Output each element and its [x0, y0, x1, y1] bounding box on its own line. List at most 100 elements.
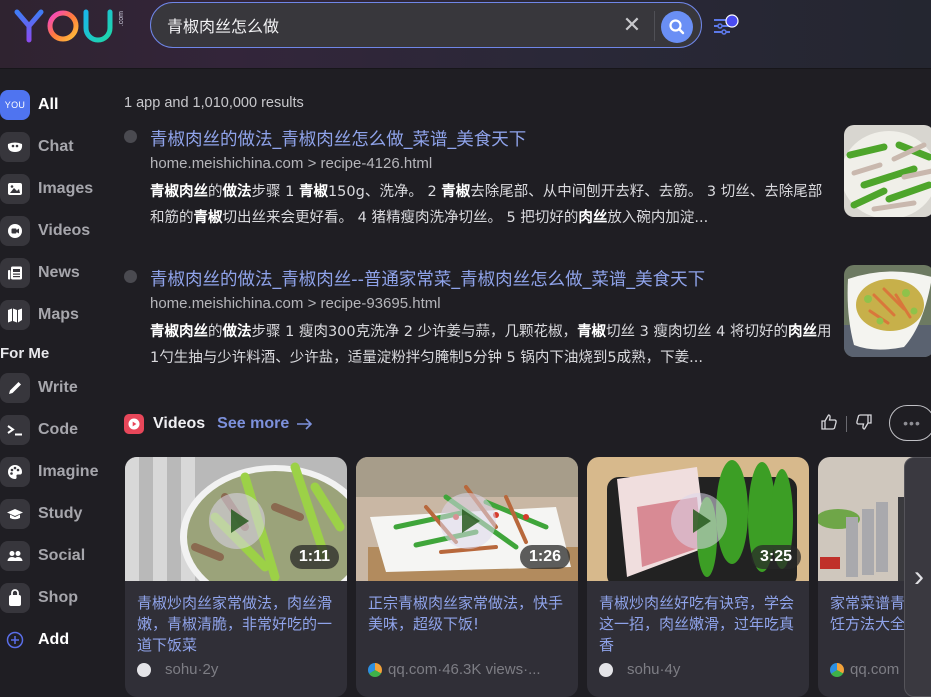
thumbs-up-icon: [821, 413, 837, 430]
sidebar-app-shop[interactable]: Shop: [0, 583, 112, 613]
sidebar-item-chat[interactable]: Chat: [0, 132, 112, 162]
video-icon: [0, 216, 30, 246]
play-icon: [209, 493, 265, 549]
carousel-next-button[interactable]: ›: [904, 457, 931, 697]
video-card[interactable]: 1:11 青椒炒肉丝家常做法，肉丝滑嫩，青椒清脆，非常好吃的一道下饭菜 sohu…: [125, 457, 347, 697]
search-input[interactable]: [167, 13, 607, 37]
sidebar-item-label: Imagine: [38, 463, 99, 480]
see-more-link[interactable]: See more: [217, 415, 315, 433]
video-duration: 3:25: [750, 545, 801, 569]
palette-icon: [0, 457, 30, 487]
video-title[interactable]: 青椒炒肉丝好吃有诀窍，学会这一招，肉丝嫩滑，过年吃真香: [599, 593, 799, 656]
more-options-button[interactable]: •••: [889, 405, 931, 441]
sidebar-app-study[interactable]: Study: [0, 499, 112, 529]
videos-section-header: Videos See more: [124, 412, 315, 436]
sidebar-app-write[interactable]: Write: [0, 373, 112, 403]
logo-suffix: .com: [118, 11, 125, 27]
thumbs-up-button[interactable]: [820, 413, 838, 436]
qq-source-icon: [368, 662, 382, 677]
sidebar-item-label: Images: [38, 180, 94, 197]
video-card[interactable]: 1:26 正宗青椒肉丝家常做法，快手美味，超级下饭! qq.com ·46.3K…: [356, 457, 578, 697]
result-title-link[interactable]: 青椒肉丝的做法_青椒肉丝怎么做_菜谱_美食天下: [150, 126, 526, 151]
video-source: sohu: [165, 661, 198, 678]
sidebar-item-label: Study: [38, 505, 83, 522]
video-meta: sohu ·4y: [599, 661, 680, 678]
chat-icon: [0, 132, 30, 162]
video-meta: sohu ·2y: [137, 661, 218, 678]
play-icon: [671, 493, 727, 549]
result-thumbnail[interactable]: [844, 265, 931, 357]
video-thumbnail: 3:25: [587, 457, 809, 581]
video-source: sohu: [627, 661, 660, 678]
sidebar-item-images[interactable]: Images: [0, 174, 112, 204]
food-image: [844, 125, 931, 217]
see-more-label: See more: [217, 415, 290, 432]
globe-icon: [124, 270, 137, 283]
video-meta-text: ·46.3K views·...: [437, 661, 541, 678]
sohu-source-icon: [599, 662, 613, 677]
video-source: qq.com: [388, 661, 438, 678]
result-url[interactable]: home.meishichina.com > recipe-93695.html: [150, 295, 441, 312]
header: .com ✕: [0, 0, 931, 69]
play-icon: [440, 493, 496, 549]
qq-source-icon: [830, 662, 844, 677]
sidebar-app-code[interactable]: Code: [0, 415, 112, 445]
sidebar-item-label: Videos: [38, 222, 91, 239]
food-image: [844, 265, 931, 357]
clear-search-button[interactable]: ✕: [621, 14, 643, 36]
search-submit-button[interactable]: [661, 11, 693, 43]
video-duration: 1:11: [289, 545, 339, 569]
video-duration: 1:26: [519, 545, 570, 569]
video-card[interactable]: 3:25 青椒炒肉丝好吃有诀窍，学会这一招，肉丝嫩滑，过年吃真香 sohu ·4…: [587, 457, 809, 697]
search-settings-button[interactable]: [712, 14, 742, 38]
sidebar-item-label: Write: [38, 379, 78, 396]
thumbs-down-icon: [856, 413, 872, 430]
result-title-link[interactable]: 青椒肉丝的做法_青椒肉丝--普通家常菜_青椒肉丝怎么做_菜谱_美食天下: [150, 266, 705, 291]
shopping-bag-icon: [0, 583, 30, 613]
for-me-section-label: For Me: [0, 345, 50, 362]
sidebar-item-label: Shop: [38, 589, 78, 606]
chevron-right-icon: ›: [914, 560, 924, 593]
add-app-button[interactable]: Add: [0, 625, 112, 655]
graduation-cap-icon: [0, 499, 30, 529]
video-meta-text: ·2y: [197, 661, 219, 678]
result-snippet: 青椒肉丝的做法步骤 1 青椒150g、洗净。 2 青椒去除尾部、从中间刨开去籽、…: [150, 184, 823, 226]
sidebar-item-label: News: [38, 264, 80, 281]
sidebar-item-label: Code: [38, 421, 78, 438]
sohu-source-icon: [137, 662, 151, 677]
sidebar-item-maps[interactable]: Maps: [0, 300, 112, 330]
sidebar-item-label: Maps: [38, 306, 79, 323]
video-title[interactable]: 青椒炒肉丝家常做法，肉丝滑嫩，青椒清脆，非常好吃的一道下饭菜: [137, 593, 337, 656]
result-url[interactable]: home.meishichina.com > recipe-4126.html: [150, 155, 432, 172]
news-icon: [0, 258, 30, 288]
sidebar-app-social[interactable]: Social: [0, 541, 112, 571]
sidebar-app-imagine[interactable]: Imagine: [0, 457, 112, 487]
sidebar-item-all[interactable]: YOU All: [0, 90, 112, 120]
arrow-right-icon: [297, 418, 313, 430]
video-meta-text: ·4y: [659, 661, 681, 678]
ellipsis-icon: •••: [903, 415, 921, 431]
sliders-icon: [714, 14, 739, 35]
video-title[interactable]: 正宗青椒肉丝家常做法，快手美味，超级下饭!: [368, 593, 568, 635]
video-thumbnail: 1:11: [125, 457, 347, 581]
video-meta: qq.com ·46.3K views·...: [368, 661, 541, 678]
thumbs-down-button[interactable]: [855, 413, 873, 436]
pencil-icon: [0, 373, 30, 403]
video-meta: qq.com: [830, 661, 899, 678]
result-thumbnail[interactable]: [844, 125, 931, 217]
sidebar-item-news[interactable]: News: [0, 258, 112, 288]
results-count: 1 app and 1,010,000 results: [124, 95, 304, 111]
feedback-divider: [846, 416, 847, 432]
you-logo[interactable]: .com: [14, 8, 125, 44]
terminal-icon: [0, 415, 30, 445]
plus-circle-icon: [0, 625, 30, 655]
feedback-controls: [820, 412, 873, 436]
image-icon: [0, 174, 30, 204]
videos-title: Videos: [153, 415, 206, 432]
sidebar-item-videos[interactable]: Videos: [0, 216, 112, 246]
close-icon: ✕: [622, 12, 642, 37]
search-bar: ✕: [150, 2, 702, 48]
sidebar-item-label: All: [38, 96, 59, 113]
search-divider: [654, 11, 655, 41]
result-snippet: 青椒肉丝的做法步骤 1 瘦肉300克洗净 2 少许姜与蒜，几颗花椒，青椒切丝 3…: [150, 324, 832, 366]
